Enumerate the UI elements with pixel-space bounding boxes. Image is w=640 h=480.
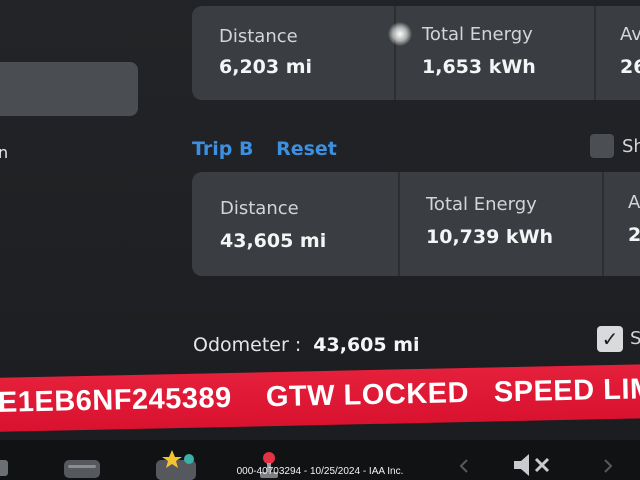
trip-a-panel: Distance 6,203 mi Total Energy 1,653 kWh…: [192, 6, 640, 100]
show-toggle-checkbox[interactable]: [590, 134, 614, 158]
auction-watermark: 000-40703294 - 10/25/2024 - IAA Inc.: [236, 466, 404, 477]
left-panel-button[interactable]: [0, 62, 138, 116]
odometer-checkbox-label: S: [630, 328, 640, 349]
trip-b-panel: Distance 43,605 mi Total Energy 10,739 k…: [192, 172, 640, 276]
trip-b-header: Trip B Reset: [192, 138, 353, 160]
trip-a-energy-value: 1,653 kWh: [422, 56, 536, 78]
trip-a-third-label: Av: [620, 24, 640, 45]
odometer-readout: Odometer : 43,605 mi: [193, 334, 420, 356]
odometer-label: Odometer :: [193, 334, 302, 356]
trip-b-distance-label: Distance: [220, 198, 299, 219]
vehicle-status-banner: E1EB6NF245389 GTW LOCKED SPEED LIM: [0, 363, 640, 432]
trip-a-distance-value: 6,203 mi: [219, 56, 313, 78]
trip-b-distance-cell: Distance 43,605 mi: [192, 172, 398, 276]
trip-a-third-value: 26: [620, 56, 640, 78]
trip-b-third-value: 2: [628, 224, 640, 246]
trip-info-screen: n Distance 6,203 mi Total Energy 1,653 k…: [0, 0, 640, 480]
trip-b-title: Trip B: [192, 138, 254, 160]
trip-a-energy-cell: Total Energy 1,653 kWh: [396, 6, 594, 100]
screen-glare: [388, 22, 412, 46]
show-toggle-label: Sh: [622, 136, 640, 157]
reset-trip-b-button[interactable]: Reset: [276, 138, 337, 160]
left-panel-text: n: [0, 143, 9, 162]
banner-speed-limit-text: SPEED LIM: [493, 373, 640, 409]
trip-b-distance-value: 43,605 mi: [220, 230, 327, 252]
trip-a-third-cell: Av 26: [596, 6, 640, 100]
trip-a-distance-label: Distance: [219, 26, 298, 47]
trip-a-distance-cell: Distance 6,203 mi: [192, 6, 394, 100]
trip-a-energy-label: Total Energy: [422, 24, 533, 45]
banner-gtw-locked-text: GTW LOCKED: [265, 376, 470, 414]
trip-b-third-label: A: [628, 192, 640, 213]
trip-b-energy-value: 10,739 kWh: [426, 226, 554, 248]
trip-b-energy-label: Total Energy: [426, 194, 537, 215]
trip-b-energy-cell: Total Energy 10,739 kWh: [400, 172, 602, 276]
odometer-value: 43,605 mi: [313, 334, 420, 356]
banner-vin-text: E1EB6NF245389: [0, 381, 233, 419]
odometer-checkbox[interactable]: ✓: [597, 326, 623, 352]
trip-b-third-cell: A 2: [604, 172, 640, 276]
